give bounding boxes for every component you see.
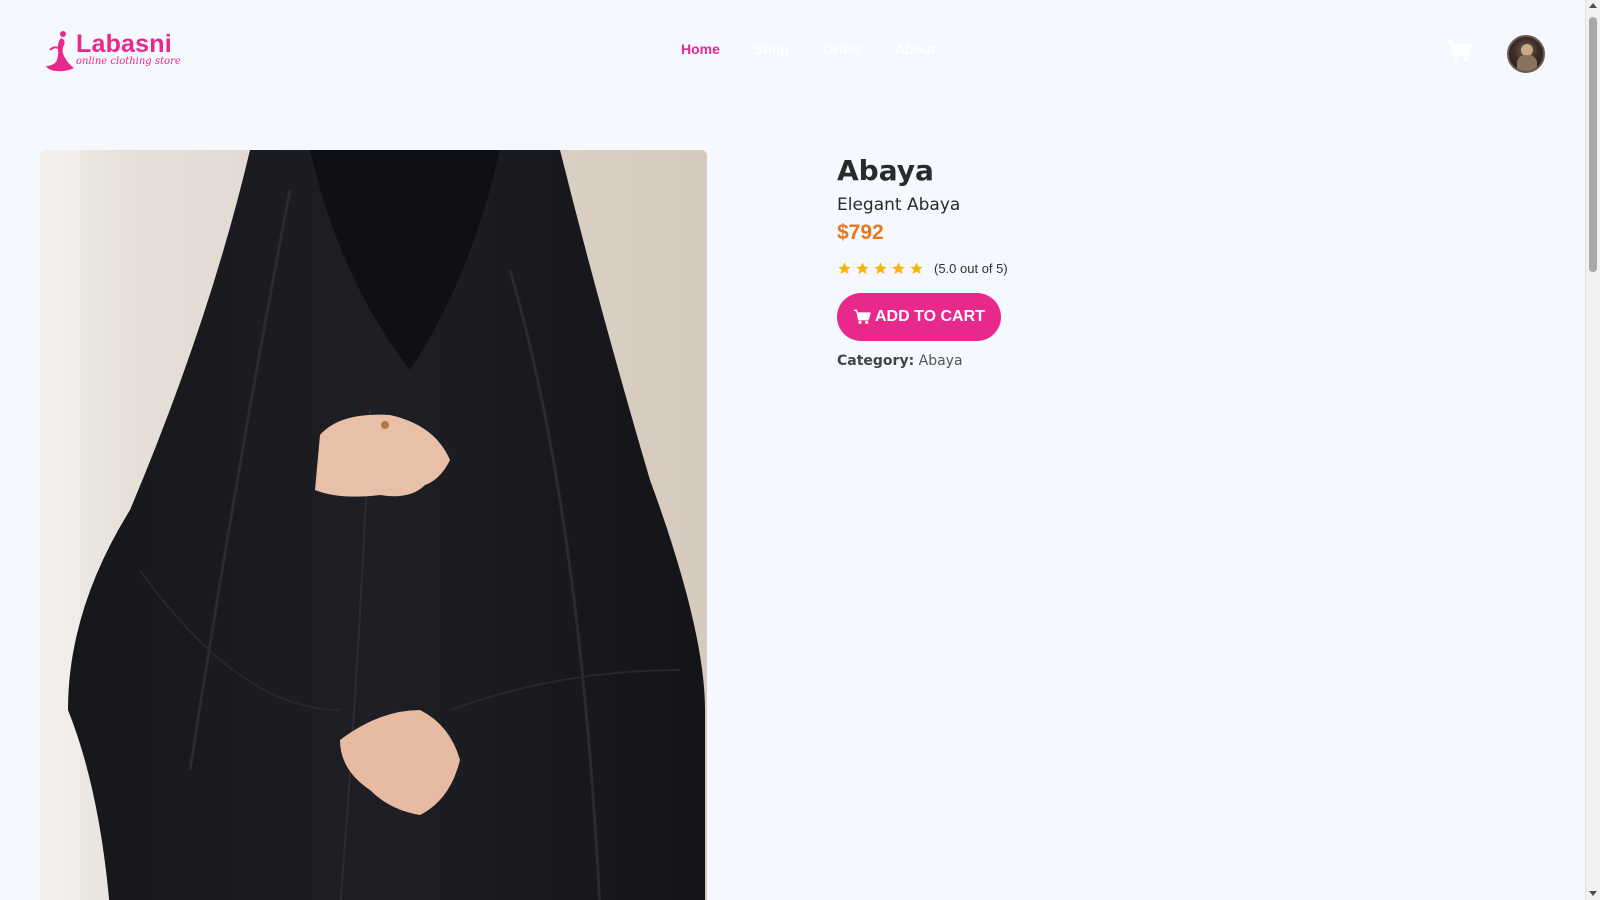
brand-name: Labasni	[76, 30, 172, 58]
brand-tagline: online clothing store	[76, 56, 181, 67]
product-rating: (5.0 out of 5)	[837, 261, 1337, 276]
shopping-cart-icon[interactable]	[1446, 39, 1472, 63]
product-subtitle: Elegant Abaya	[837, 195, 961, 215]
add-to-cart-label: ADD TO CART	[875, 308, 985, 325]
rating-text: (5.0 out of 5)	[934, 261, 1008, 276]
scroll-up-arrow-icon[interactable]	[1589, 3, 1597, 8]
rating-stars	[837, 261, 924, 276]
category-label: Category:	[837, 353, 915, 369]
add-to-cart-button[interactable]: ADD TO CART	[837, 293, 1001, 341]
product-title: Abaya	[837, 154, 934, 187]
star-icon	[838, 262, 851, 275]
category-value[interactable]: Abaya	[919, 353, 963, 369]
site-header: Labasni online clothing store Home Shop …	[0, 0, 1585, 100]
nav-home[interactable]: Home	[681, 41, 720, 57]
cart-icon	[854, 309, 871, 324]
scroll-thumb[interactable]	[1589, 17, 1597, 272]
brand-logo-figure-icon	[46, 31, 74, 72]
product-price: $792	[837, 221, 884, 244]
user-avatar[interactable]	[1507, 35, 1545, 73]
star-icon	[874, 262, 887, 275]
page-scrollbar[interactable]	[1585, 0, 1600, 900]
brand-logo[interactable]: Labasni online clothing store	[44, 30, 184, 74]
star-icon	[892, 262, 905, 275]
nav-order[interactable]: Order	[823, 41, 861, 57]
main-nav: Home Shop Order About	[681, 41, 935, 57]
abaya-photo	[40, 150, 707, 900]
product-image	[40, 150, 707, 900]
scroll-down-arrow-icon[interactable]	[1589, 891, 1597, 896]
nav-about[interactable]: About	[895, 41, 935, 57]
product-category: Category: Abaya	[837, 353, 1337, 369]
nav-shop[interactable]: Shop	[754, 41, 789, 57]
star-icon	[910, 262, 923, 275]
star-icon	[856, 262, 869, 275]
product-details: Abaya Elegant Abaya $792 (5.0 out of 5) …	[837, 153, 1337, 369]
